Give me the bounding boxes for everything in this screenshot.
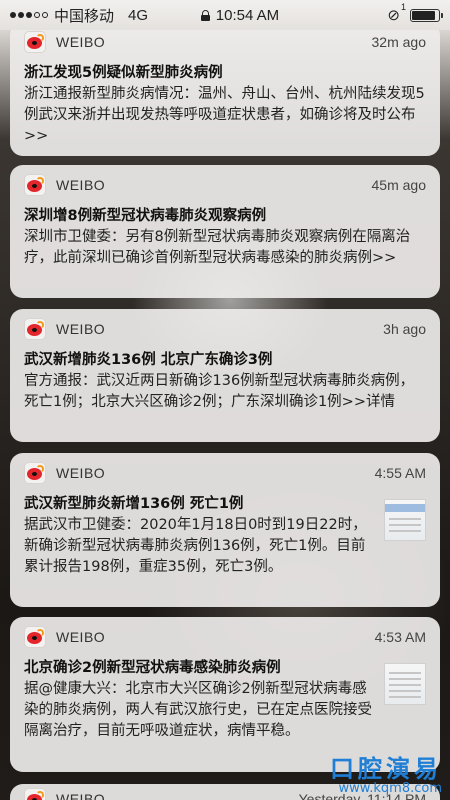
battery-level	[412, 10, 436, 20]
notification-time: 4:53 AM	[374, 629, 426, 645]
notification-thumbnail	[384, 663, 426, 705]
notification-app-name: WEIBO	[56, 321, 106, 337]
notification-time: 4:55 AM	[374, 465, 426, 481]
link-badge: 1	[400, 2, 406, 12]
weibo-icon	[24, 788, 46, 800]
notification-app-name: WEIBO	[56, 629, 106, 645]
notification-message: 据@健康大兴：北京市大兴区确诊2例新型冠状病毒感染的肺炎病例，两人有武汉旅行史，…	[24, 681, 372, 739]
watermark-url: www.kqm8.com	[338, 781, 442, 796]
notification-app-name: WEIBO	[56, 465, 106, 481]
notification-title: 浙江发现5例疑似新型肺炎病例	[24, 65, 223, 81]
notification-app-name: WEIBO	[56, 791, 106, 800]
notification-app-name: WEIBO	[56, 34, 106, 50]
notification-message: 据武汉市卫健委：2020年1月18日0时到19日22时，新确诊新型冠状病毒肺炎病…	[24, 517, 367, 575]
notification-app-name: WEIBO	[56, 177, 106, 193]
status-time: 10:54 AM	[215, 6, 280, 24]
watermark-logo-text: 口腔演易	[330, 755, 442, 783]
notification-thumbnail	[384, 499, 426, 541]
notification-message: 官方通报：武汉近两日新确诊136例新型冠状病毒肺炎病例，死亡1例；北京大兴区确诊…	[24, 373, 415, 410]
notification-card[interactable]: WEIBO 4:55 AM 武汉新型肺炎新增136例 死亡1例 据武汉市卫健委：…	[10, 453, 440, 607]
notification-card[interactable]: WEIBO 3h ago 武汉新增肺炎136例 北京广东确诊3例 官方通报：武汉…	[10, 309, 440, 442]
notification-title: 深圳增8例新型冠状病毒肺炎观察病例	[24, 208, 267, 224]
battery-icon	[410, 8, 443, 22]
link-icon: ⊘ 1	[387, 2, 406, 24]
weibo-icon	[24, 31, 46, 53]
notification-time: 32m ago	[371, 34, 426, 50]
lock-icon	[200, 9, 210, 21]
notification-title: 武汉新型肺炎新增136例 死亡1例	[24, 496, 244, 512]
signal-strength-icon	[10, 12, 48, 18]
carrier-name: 中国移动	[54, 7, 115, 25]
notification-title: 武汉新增肺炎136例 北京广东确诊3例	[24, 352, 273, 368]
site-watermark: 口腔演易 www.kqm8.com	[330, 756, 442, 796]
notification-card[interactable]: WEIBO 32m ago 浙江发现5例疑似新型肺炎病例 浙江通报新型肺炎病情况…	[10, 22, 440, 156]
weibo-icon	[24, 626, 46, 648]
weibo-icon	[24, 318, 46, 340]
notification-message: 深圳市卫健委：另有8例新型冠状病毒肺炎观察病例在隔离治疗，此前深圳已确诊首例新型…	[24, 229, 411, 266]
notification-time: 45m ago	[371, 177, 426, 193]
status-bar: 中国移动 4G 10:54 AM ⊘ 1	[0, 0, 450, 30]
notification-message: 浙江通报新型肺炎病情况：温州、舟山、台州、杭州陆续发现5例武汉来浙并出现发热等呼…	[24, 86, 425, 144]
notification-card[interactable]: WEIBO 45m ago 深圳增8例新型冠状病毒肺炎观察病例 深圳市卫健委：另…	[10, 165, 440, 298]
notification-time: 3h ago	[383, 321, 426, 337]
weibo-icon	[24, 174, 46, 196]
weibo-icon	[24, 462, 46, 484]
notification-card[interactable]: WEIBO 4:53 AM 北京确诊2例新型冠状病毒感染肺炎病例 据@健康大兴：…	[10, 617, 440, 772]
notification-title: 北京确诊2例新型冠状病毒感染肺炎病例	[24, 660, 281, 676]
network-type: 4G	[128, 6, 149, 24]
